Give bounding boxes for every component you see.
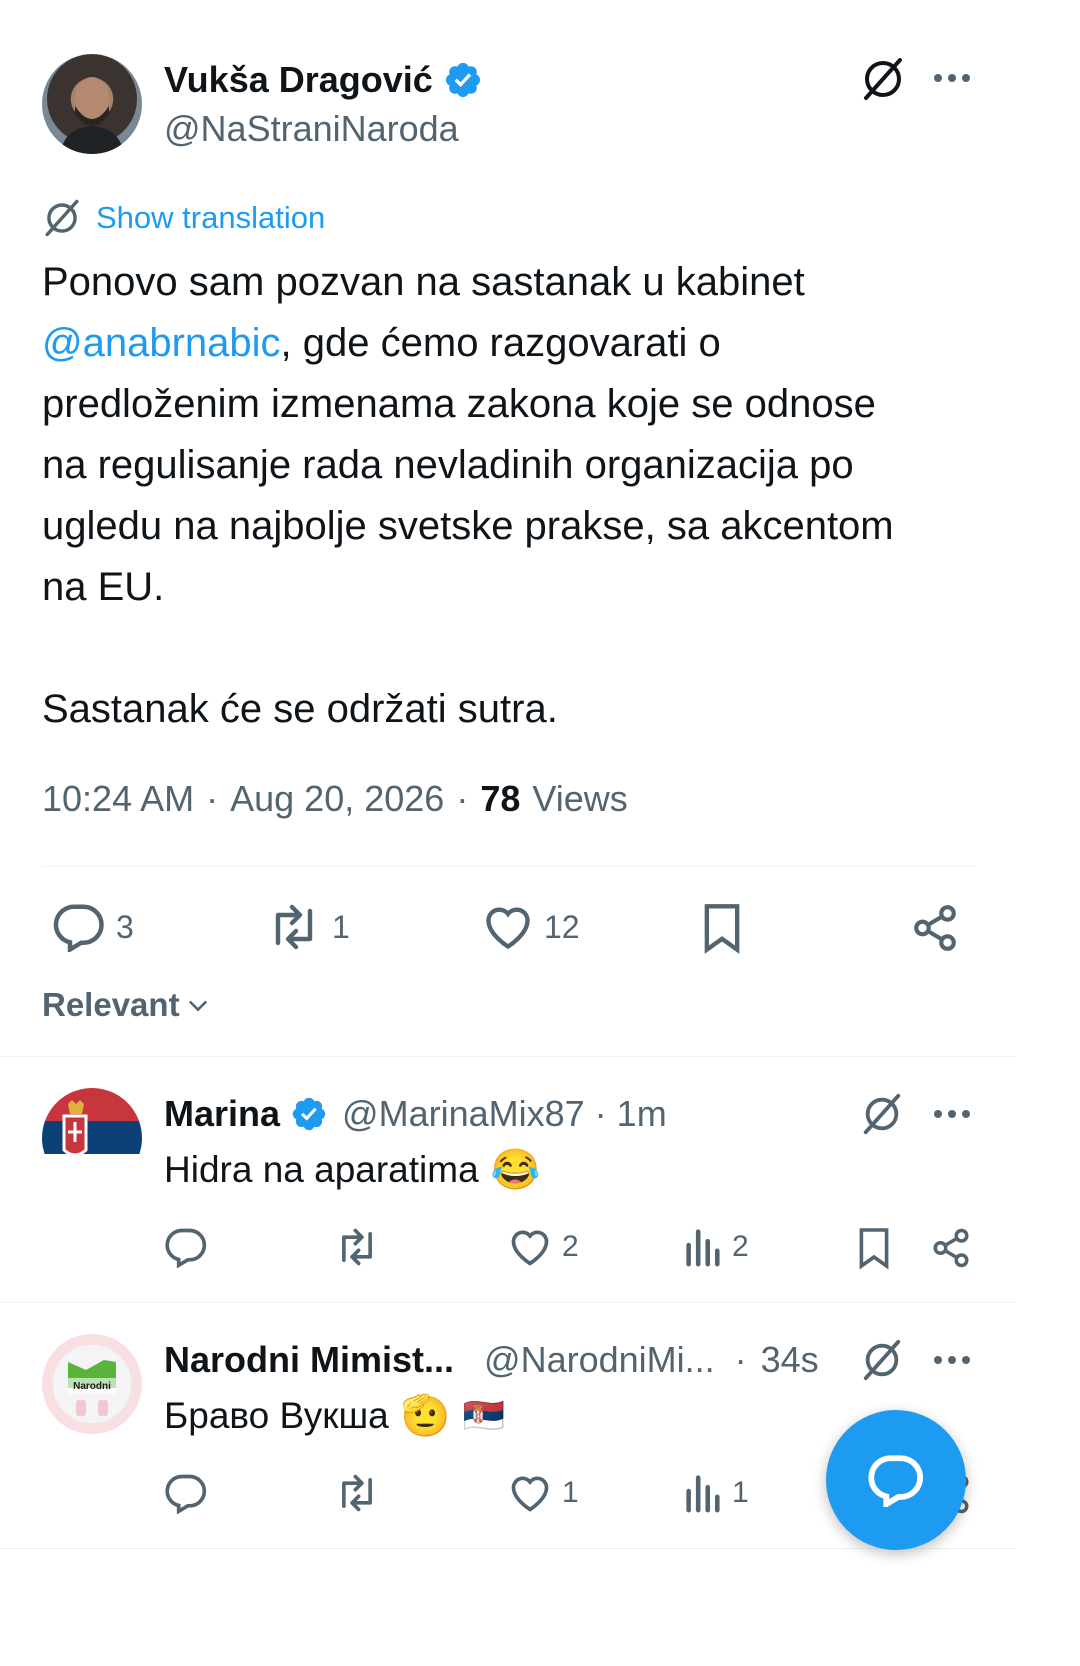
grok-icon [42,198,82,238]
more-icon[interactable] [932,1352,972,1368]
tweet-meta: 10:24 AM · Aug 20, 2026 · 78 Views [42,778,628,820]
more-icon[interactable] [932,1106,972,1122]
separator: · [456,778,469,819]
reply-author-name[interactable]: Marina [164,1093,280,1135]
views-button[interactable]: 2 [682,1226,749,1268]
reply-text: Браво Вукша [164,1394,389,1436]
views-label: Views [532,778,628,819]
reply-avatar[interactable]: Narodni [42,1334,142,1434]
retweet-icon [334,1472,380,1514]
like-count: 1 [562,1476,579,1509]
tweet-time[interactable]: 10:24 AM [42,778,194,820]
retweet-icon [334,1226,380,1268]
tweet-text-line: na regulisanje rada nevladinih organizac… [42,443,854,487]
show-translation-label: Show translation [96,200,326,235]
views-icon [682,1472,722,1514]
sort-label: Relevant [42,986,180,1023]
like-button[interactable]: 2 [508,1226,579,1268]
views-count: 2 [732,1230,749,1263]
retweet-button[interactable] [334,1472,380,1514]
retweet-button[interactable]: 1 [266,902,350,952]
reply-count: 3 [116,908,134,945]
views-count: 78 [480,778,521,819]
divider [0,1548,1016,1549]
tweet-text-fragment: , gde ćemo razgovarati o [280,321,721,365]
separator: · [734,1339,747,1380]
bookmark-icon[interactable] [700,902,744,954]
like-count: 2 [562,1230,579,1263]
compose-reply-button[interactable] [826,1410,966,1550]
verified-badge-icon [443,60,483,100]
author-avatar[interactable] [42,54,142,154]
tweet-text-line: predloženim izmenama zakona koje se odno… [42,382,876,426]
reply-time[interactable]: 1m [617,1093,667,1135]
reply-author-name[interactable]: Narodni Mimist... [164,1339,454,1381]
views-button[interactable]: 1 [682,1472,749,1514]
separator: · [594,1093,607,1134]
tweet-text-line: @anabrnabic, gde ćemo razgovarati o [42,313,1042,374]
compose-reply-icon [867,1453,925,1507]
reply-button[interactable] [164,1226,208,1268]
reply-author-handle[interactable]: @MarinaMix87 [342,1093,585,1135]
views-icon [682,1226,722,1268]
avatar-logo-text: Narodni [73,1381,111,1392]
tweet-date[interactable]: Aug 20, 2026 [230,778,444,820]
tweet-text-line: Ponovo sam pozvan na sastanak u kabinet [42,260,805,304]
show-translation-link[interactable]: Show translation [42,198,325,238]
retweet-count: 1 [332,908,350,945]
tweet-text: Ponovo sam pozvan na sastanak u kabinet … [42,252,1042,740]
verified-badge-icon [290,1095,328,1133]
reply-time[interactable]: 34s [761,1339,819,1381]
grok-icon[interactable] [860,56,906,102]
salute-emoji: 🫡 [400,1394,451,1438]
grok-icon[interactable] [860,1092,904,1136]
reply-author-handle[interactable]: @NarodniMi... [484,1339,715,1381]
like-button[interactable]: 1 [508,1472,579,1514]
author-name[interactable]: Vukša Dragović [164,59,433,101]
divider [0,1302,1016,1303]
grok-icon[interactable] [860,1338,904,1382]
bookmark-icon[interactable] [856,1226,892,1270]
retweet-icon [266,902,322,952]
like-icon [508,1472,552,1514]
tweet-text-line: Sastanak će se održati sutra. [42,687,558,731]
tweet-text-line: na EU. [42,565,165,609]
retweet-button[interactable] [334,1226,380,1268]
like-icon [508,1226,552,1268]
more-icon[interactable] [932,70,972,86]
reply-text: Hidra na aparatima [164,1148,479,1190]
views-count: 1 [732,1476,749,1509]
like-count: 12 [544,908,580,945]
divider [42,866,976,867]
serbia-flag-emoji: 🇷🇸 [462,1396,505,1435]
reply-icon [164,1472,208,1514]
reply-icon [52,902,106,952]
like-button[interactable]: 12 [482,902,580,952]
sort-dropdown[interactable]: Relevant [42,986,212,1024]
tweet-text-line: ugledu na najbolje svetske prakse, sa ak… [42,504,894,548]
share-icon[interactable] [910,902,960,954]
laughing-emoji: 😂 [490,1148,541,1192]
mention-link[interactable]: @anabrnabic [42,321,281,365]
reply-button[interactable]: 3 [52,902,134,952]
reply-avatar[interactable] [42,1088,142,1188]
reply-button[interactable] [164,1472,208,1514]
divider [0,1056,1016,1057]
reply-icon [164,1226,208,1268]
chevron-down-icon [184,991,212,1019]
like-icon [482,902,534,952]
author-handle[interactable]: @NaStraniNaroda [164,108,459,150]
share-icon[interactable] [930,1226,972,1270]
separator: · [206,778,219,819]
